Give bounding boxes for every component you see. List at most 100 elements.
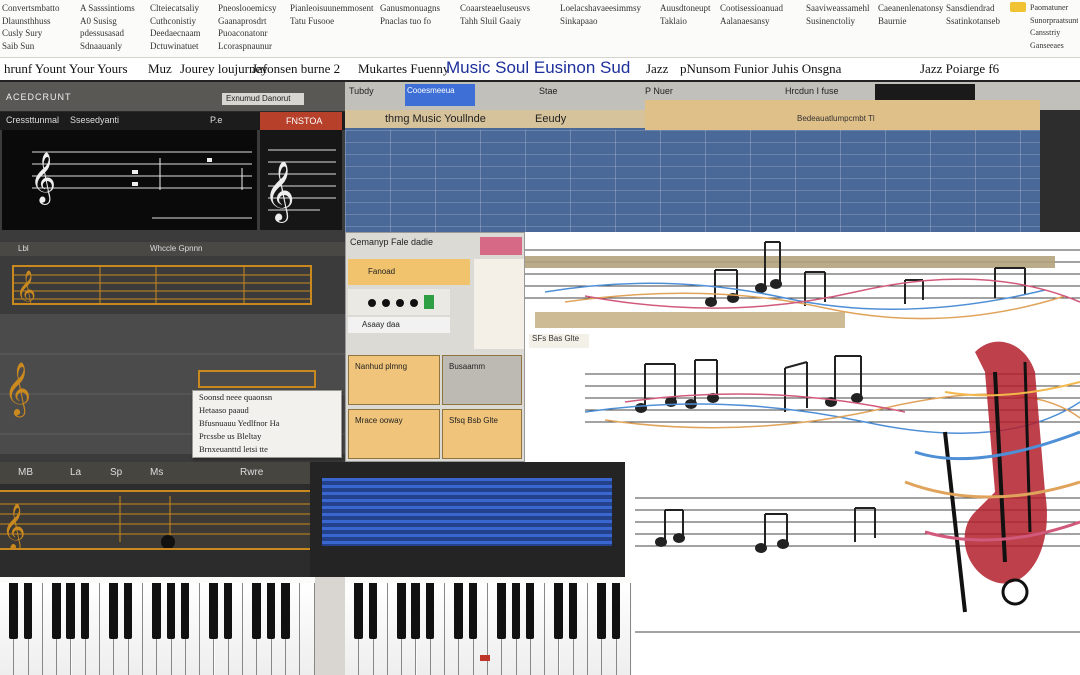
menu-item[interactable]: Saaviweassamehl	[806, 2, 869, 15]
preset-card[interactable]: Sfsq Bsb Glte	[442, 409, 522, 459]
menu-column[interactable]: Coaarsteaeluseusvs Tahh Sluil Gaaiy	[460, 2, 530, 27]
black-key[interactable]	[280, 583, 290, 639]
piano-keyboard[interactable]	[0, 577, 632, 675]
menu-item[interactable]: Cansstriy	[1030, 27, 1078, 40]
mixer-tab[interactable]: Rwre	[240, 467, 263, 478]
menu-item[interactable]: Puoaconatonr	[218, 27, 277, 40]
mixer-tab[interactable]: Sp	[110, 467, 122, 478]
color-swatch[interactable]	[480, 237, 522, 255]
black-key[interactable]	[511, 583, 521, 639]
setting-row[interactable]: Asaay daa	[348, 317, 450, 333]
toolbar-button[interactable]: Cressttunmal	[6, 115, 59, 125]
menu-column[interactable]: Paomatuner Sunorpraatsunt Cansstriy Gans…	[1030, 2, 1078, 52]
menu-item[interactable]: Baurnie	[878, 15, 943, 28]
preset-card[interactable]: Busaamm	[442, 355, 522, 405]
keybed-left[interactable]	[0, 577, 315, 675]
black-key[interactable]	[180, 583, 190, 639]
menu-item[interactable]: Deedaecnaam	[150, 27, 200, 40]
track-selector[interactable]: Cooesmeeua	[405, 84, 475, 106]
black-key[interactable]	[554, 583, 564, 639]
menu-column[interactable]: Cootisessioanuad Aalanaesansy	[720, 2, 783, 27]
menu-item[interactable]: Coaarsteaeluseusvs	[460, 2, 530, 15]
white-key[interactable]	[300, 583, 315, 675]
menu-item[interactable]: Tatu Fusooe	[290, 15, 374, 28]
black-key[interactable]	[52, 583, 61, 639]
menu-column[interactable]: Convertsmbatto Dlaunsthhuss Cusly Sury S…	[2, 2, 60, 52]
menu-item[interactable]: Sdnaauanly	[80, 40, 135, 53]
black-key[interactable]	[123, 583, 133, 639]
menu-column[interactable]: Sansdiendrad Ssatinkotanseb	[946, 2, 1000, 27]
track-staff[interactable]: 𝄞	[12, 265, 312, 311]
timeline-scrollbar[interactable]	[1040, 110, 1080, 232]
black-key[interactable]	[354, 583, 363, 639]
black-key[interactable]	[109, 583, 118, 639]
context-menu-item[interactable]: Brnxeuanttd letsi tte	[193, 443, 341, 456]
context-menu-item[interactable]: Prcssbe us Bleltay	[193, 430, 341, 443]
menu-item[interactable]: Sunorpraatsunt	[1030, 15, 1078, 28]
menu-item[interactable]: Pneoslooemicsy	[218, 2, 277, 15]
black-key[interactable]	[223, 583, 233, 639]
toolbar-button[interactable]: Ssesedyanti	[70, 115, 119, 125]
black-key[interactable]	[497, 583, 506, 639]
menu-item[interactable]: Cuthconistiy	[150, 15, 200, 28]
menu-item[interactable]: Susinenctoliy	[806, 15, 869, 28]
menu-item[interactable]: Paomatuner	[1030, 2, 1078, 15]
menu-item[interactable]: Cootisessioanuad	[720, 2, 783, 15]
black-key[interactable]	[80, 583, 90, 639]
menu-column[interactable]: Ganusmonuagns Pnaclas tuo fo	[380, 2, 440, 27]
mixer-tab[interactable]: La	[70, 467, 81, 478]
menu-column[interactable]: Loelacshavaeesimmsy Sinkapaao	[560, 2, 641, 27]
menu-item[interactable]: A Sasssintioms	[80, 2, 135, 15]
menu-item[interactable]: Loelacshavaeesimmsy	[560, 2, 641, 15]
black-key[interactable]	[568, 583, 578, 639]
staff-view[interactable]: 𝄞	[2, 130, 257, 230]
menu-column[interactable]: Caeanenlenatonsy Baurnie	[878, 2, 943, 27]
context-menu-item[interactable]: Soonsd neee quaonsn	[193, 391, 341, 404]
black-key[interactable]	[209, 583, 219, 639]
setting-row[interactable]: Fanoad	[348, 259, 470, 285]
menu-item[interactable]: Taklaio	[660, 15, 711, 28]
black-key[interactable]	[368, 583, 378, 639]
track-staff[interactable]: 𝄞	[0, 490, 310, 552]
menu-item[interactable]: Sansdiendrad	[946, 2, 1000, 15]
menu-item[interactable]: A0 Susisg	[80, 15, 135, 28]
menu-item[interactable]: Pianleoisuunemmosent	[290, 2, 374, 15]
timeline-grid[interactable]	[345, 130, 1080, 232]
menu-item[interactable]: Cusly Sury	[2, 27, 60, 40]
menu-item[interactable]: pdessusasad	[80, 27, 135, 40]
black-key[interactable]	[66, 583, 76, 639]
menu-item[interactable]: Tahh Sluil Gaaiy	[460, 15, 530, 28]
menu-item[interactable]: Ssatinkotanseb	[946, 15, 1000, 28]
toolbar-button[interactable]: P.e	[210, 115, 222, 125]
menu-column[interactable]: Clteiecatsaliy Cuthconistiy Deedaecnaam …	[150, 2, 200, 52]
menu-item[interactable]: Auusdtoneupt	[660, 2, 711, 15]
menu-item[interactable]: Sinkapaao	[560, 15, 641, 28]
black-key[interactable]	[611, 583, 621, 639]
menu-item[interactable]: Ganusmonuagns	[380, 2, 440, 15]
mixer-tab[interactable]: MB	[18, 467, 33, 478]
instrument-staff-panel[interactable]: FNSTOA 𝄞	[260, 112, 342, 230]
preset-card[interactable]: Nanhud plmng	[348, 355, 440, 405]
menu-item[interactable]: Ganseeaes	[1030, 40, 1078, 53]
menu-column[interactable]: Pneoslooemicsy Gaanaprosdrt Puoaconatonr…	[218, 2, 277, 52]
context-menu[interactable]: Soonsd neee quaonsn Hetaaso paaud Bfusnu…	[192, 390, 342, 458]
menu-item[interactable]: Gaanaprosdrt	[218, 15, 277, 28]
menu-item[interactable]: Convertsmbatto	[2, 2, 60, 15]
black-key[interactable]	[166, 583, 176, 639]
menu-column[interactable]: Saaviweassamehl Susinenctoliy	[806, 2, 869, 27]
context-menu-item[interactable]: Bfusnuauu Yedlfnor Ha	[193, 417, 341, 430]
menu-column[interactable]: Pianleoisuunemmosent Tatu Fusooe	[290, 2, 374, 27]
region-block[interactable]: Bedeauatlumpcmbt Tl	[645, 100, 1040, 130]
black-key[interactable]	[525, 583, 535, 639]
menu-item[interactable]: Saib Sun	[2, 40, 60, 53]
black-key[interactable]	[9, 583, 18, 639]
instrument-field[interactable]: Exnumud Danorut	[222, 93, 304, 105]
preset-card[interactable]: Mrace ooway	[348, 409, 440, 459]
black-key[interactable]	[23, 583, 33, 639]
black-key[interactable]	[597, 583, 606, 639]
black-key[interactable]	[468, 583, 478, 639]
menu-column[interactable]: A Sasssintioms A0 Susisg pdessusasad Sdn…	[80, 2, 135, 52]
menu-column[interactable]: Auusdtoneupt Taklaio	[660, 2, 711, 27]
folder-icon[interactable]	[1010, 2, 1026, 12]
menu-item[interactable]: Caeanenlenatonsy	[878, 2, 943, 15]
